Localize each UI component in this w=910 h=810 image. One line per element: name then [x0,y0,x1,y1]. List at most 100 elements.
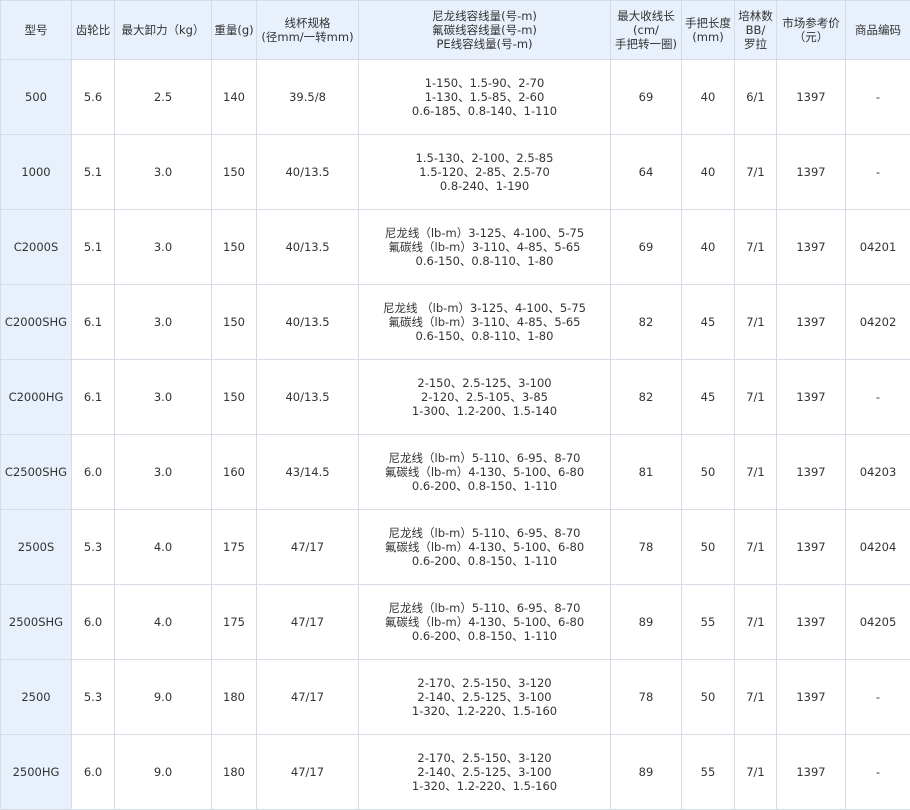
spool-spec-cell: 47/17 [257,660,359,735]
gear-ratio-cell: 6.1 [72,360,115,435]
header-line: 商品编码 [848,23,908,37]
max-retrieve-cell: 89 [611,735,682,810]
header-line: PE线容线量(号-m) [361,37,608,51]
header-line: 罗拉 [737,37,774,51]
header-line: 尼龙线容线量(号-m) [361,9,608,23]
spool-spec-cell: 47/17 [257,585,359,660]
header-line: 市场参考价 [779,16,843,30]
max-drag-cell: 2.5 [115,60,212,135]
bearings-cell: 7/1 [735,360,777,435]
header-max-retrieve: 最大收线长(cm/手把转一圈) [611,1,682,60]
model-cell: C2000SHG [1,285,72,360]
line-capacity-cell: 尼龙线（lb-m）5-110、6-95、8-70氟碳线（lb-m）4-130、5… [359,585,611,660]
weight-cell: 150 [212,135,257,210]
capacity-line: 0.8-240、1-190 [361,179,608,193]
spool-spec-cell: 47/17 [257,735,359,810]
capacity-line: 0.6-150、0.8-110、1-80 [361,329,608,343]
capacity-line: 尼龙线（lb-m）5-110、6-95、8-70 [361,526,608,540]
product-code-cell: - [846,360,910,435]
weight-cell: 150 [212,360,257,435]
header-line: （元） [779,30,843,44]
header-line: 手把转一圈) [613,37,679,51]
capacity-line: 1-320、1.2-220、1.5-160 [361,704,608,718]
max-retrieve-cell: 78 [611,660,682,735]
gear-ratio-cell: 6.0 [72,585,115,660]
capacity-line: 0.6-200、0.8-150、1-110 [361,629,608,643]
max-retrieve-cell: 82 [611,285,682,360]
max-retrieve-cell: 69 [611,210,682,285]
header-row: 型号齿轮比最大卸力（kg）重量(g)线杯规格(径mm/一转mm)尼龙线容线量(号… [1,1,910,60]
weight-cell: 175 [212,585,257,660]
header-line: (径mm/一转mm) [259,30,356,44]
spool-spec-cell: 40/13.5 [257,360,359,435]
handle-length-cell: 50 [682,510,735,585]
line-capacity-cell: 2-170、2.5-150、3-1202-140、2.5-125、3-1001-… [359,660,611,735]
table-row: 10005.13.015040/13.51.5-130、2-100、2.5-85… [1,135,910,210]
capacity-line: 1.5-120、2-85、2.5-70 [361,165,608,179]
header-handle-length: 手把长度(mm) [682,1,735,60]
table-row: C2000SHG6.13.015040/13.5尼龙线 （lb-m）3-125、… [1,285,910,360]
gear-ratio-cell: 5.3 [72,510,115,585]
header-line: 培林数 [737,9,774,23]
spool-spec-cell: 47/17 [257,510,359,585]
table-row: C2000HG6.13.015040/13.52-150、2.5-125、3-1… [1,360,910,435]
capacity-line: 0.6-150、0.8-110、1-80 [361,254,608,268]
spool-spec-cell: 40/13.5 [257,210,359,285]
price-cell: 1397 [777,585,846,660]
bearings-cell: 7/1 [735,210,777,285]
model-cell: 2500SHG [1,585,72,660]
table-row: 2500S5.34.017547/17尼龙线（lb-m）5-110、6-95、8… [1,510,910,585]
max-drag-cell: 3.0 [115,285,212,360]
product-code-cell: - [846,135,910,210]
line-capacity-cell: 尼龙线（lb-m）5-110、6-95、8-70氟碳线（lb-m）4-130、5… [359,510,611,585]
weight-cell: 140 [212,60,257,135]
price-cell: 1397 [777,510,846,585]
price-cell: 1397 [777,285,846,360]
product-code-cell: - [846,60,910,135]
handle-length-cell: 50 [682,435,735,510]
model-cell: C2500SHG [1,435,72,510]
gear-ratio-cell: 6.0 [72,735,115,810]
table-row: C2000S5.13.015040/13.5尼龙线（lb-m）3-125、4-1… [1,210,910,285]
price-cell: 1397 [777,210,846,285]
handle-length-cell: 40 [682,60,735,135]
max-drag-cell: 4.0 [115,585,212,660]
header-line-capacity: 尼龙线容线量(号-m)氟碳线容线量(号-m)PE线容线量(号-m) [359,1,611,60]
max-drag-cell: 3.0 [115,135,212,210]
capacity-line: 1-150、1.5-90、2-70 [361,76,608,90]
max-retrieve-cell: 89 [611,585,682,660]
model-cell: 2500HG [1,735,72,810]
price-cell: 1397 [777,660,846,735]
gear-ratio-cell: 5.6 [72,60,115,135]
price-cell: 1397 [777,360,846,435]
max-retrieve-cell: 82 [611,360,682,435]
gear-ratio-cell: 6.1 [72,285,115,360]
gear-ratio-cell: 5.1 [72,210,115,285]
spool-spec-cell: 40/13.5 [257,135,359,210]
capacity-line: 1-300、1.2-200、1.5-140 [361,404,608,418]
header-price: 市场参考价（元） [777,1,846,60]
capacity-line: 氟碳线（lb-m）3-110、4-85、5-65 [361,240,608,254]
header-line: 氟碳线容线量(号-m) [361,23,608,37]
bearings-cell: 7/1 [735,510,777,585]
max-drag-cell: 3.0 [115,435,212,510]
capacity-line: 2-140、2.5-125、3-100 [361,765,608,779]
bearings-cell: 7/1 [735,660,777,735]
table-header: 型号齿轮比最大卸力（kg）重量(g)线杯规格(径mm/一转mm)尼龙线容线量(号… [1,1,910,60]
capacity-line: 1-320、1.2-220、1.5-160 [361,779,608,793]
capacity-line: 尼龙线（lb-m）5-110、6-95、8-70 [361,451,608,465]
header-bearings: 培林数BB/罗拉 [735,1,777,60]
capacity-line: 尼龙线（lb-m）3-125、4-100、5-75 [361,226,608,240]
header-line: (mm) [684,30,732,44]
capacity-line: 2-170、2.5-150、3-120 [361,751,608,765]
header-line: 最大卸力（kg） [117,23,209,37]
gear-ratio-cell: 5.1 [72,135,115,210]
handle-length-cell: 50 [682,660,735,735]
model-cell: 2500 [1,660,72,735]
capacity-line: 2-170、2.5-150、3-120 [361,676,608,690]
capacity-line: 0.6-200、0.8-150、1-110 [361,554,608,568]
max-retrieve-cell: 81 [611,435,682,510]
price-cell: 1397 [777,60,846,135]
table-row: C2500SHG6.03.016043/14.5尼龙线（lb-m）5-110、6… [1,435,910,510]
capacity-line: 氟碳线（lb-m）3-110、4-85、5-65 [361,315,608,329]
